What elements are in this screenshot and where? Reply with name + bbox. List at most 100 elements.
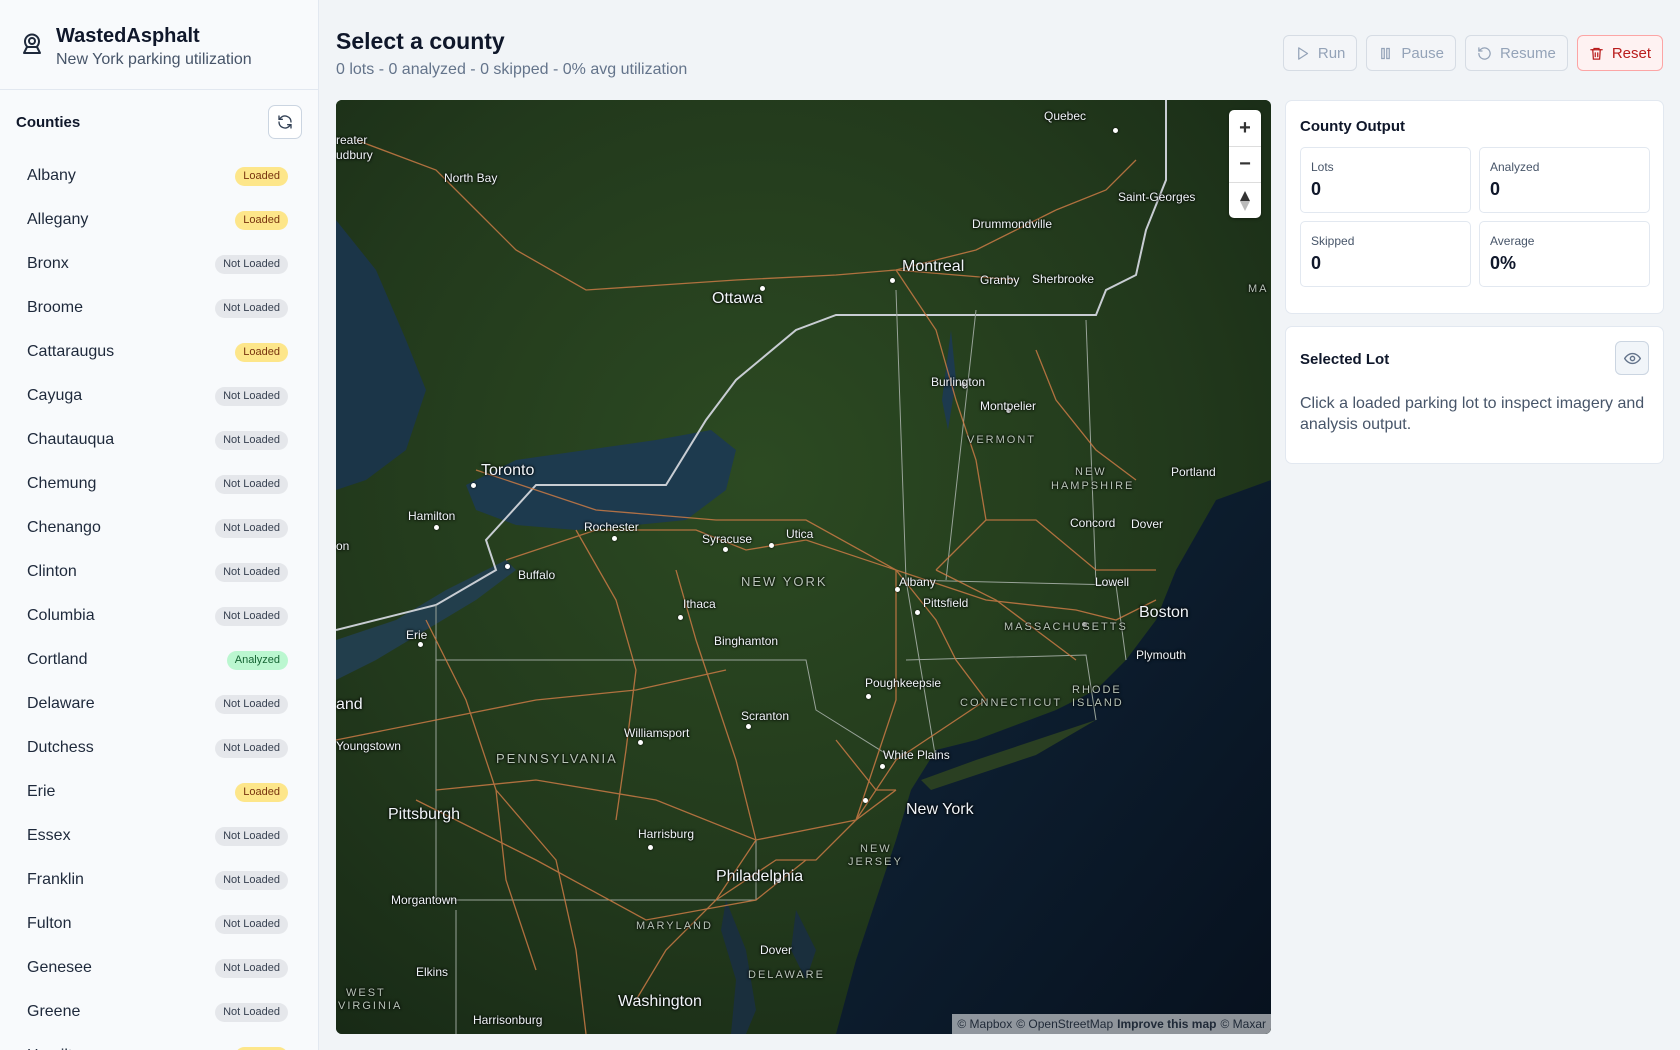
run-button[interactable]: Run <box>1282 35 1358 71</box>
county-name: Cayuga <box>27 387 83 404</box>
map-label-new-york: New York <box>906 801 974 818</box>
stat-lots-label: Lots <box>1311 160 1334 174</box>
reset-bearing-button[interactable] <box>1229 182 1261 218</box>
county-item[interactable]: Cattaraugus Loaded <box>0 330 318 374</box>
county-item[interactable]: Broome Not Loaded <box>0 286 318 330</box>
map-label-saint-georges: Saint-Georges <box>1118 190 1196 204</box>
toggle-imagery-button[interactable] <box>1615 341 1649 375</box>
status-badge: Loaded <box>235 210 288 230</box>
map-label-utica: Utica <box>786 527 814 541</box>
sidebar: WastedAsphalt New York parking utilizati… <box>0 0 319 1050</box>
zoom-in-button[interactable]: + <box>1229 110 1261 146</box>
county-item[interactable]: Chenango Not Loaded <box>0 506 318 550</box>
status-badge: Loaded <box>235 1046 288 1050</box>
map-label-connecticut: CONNECTICUT <box>960 697 1063 709</box>
county-item[interactable]: Chemung Not Loaded <box>0 462 318 506</box>
county-name: Delaware <box>27 695 95 712</box>
map[interactable]: Quebec reater udbury North Bay Saint-Geo… <box>336 100 1271 1034</box>
brand: WastedAsphalt New York parking utilizati… <box>0 0 318 90</box>
county-name: Dutchess <box>27 739 94 756</box>
resume-button[interactable]: Resume <box>1464 35 1568 71</box>
stat-analyzed-value: 0 <box>1490 179 1501 199</box>
attribution-mapbox[interactable]: © Mapbox <box>957 1017 1012 1031</box>
county-name: Bronx <box>27 255 69 272</box>
stat-analyzed-label: Analyzed <box>1490 160 1540 174</box>
city-marker <box>471 483 476 488</box>
reset-button[interactable]: Reset <box>1576 35 1663 71</box>
pause-icon <box>1381 47 1391 59</box>
map-basemap <box>336 100 1271 1034</box>
status-badge: Not Loaded <box>215 694 288 714</box>
play-icon <box>1298 46 1308 60</box>
county-item[interactable]: Dutchess Not Loaded <box>0 726 318 770</box>
county-item[interactable]: Essex Not Loaded <box>0 814 318 858</box>
map-label-rhode: RHODE <box>1072 684 1122 696</box>
county-item[interactable]: Allegany Loaded <box>0 198 318 242</box>
city-marker <box>746 724 751 729</box>
attribution-osm[interactable]: © OpenStreetMap <box>1016 1017 1113 1031</box>
map-label-dover-de: Dover <box>760 943 793 957</box>
county-item[interactable]: Delaware Not Loaded <box>0 682 318 726</box>
eye-icon <box>1623 352 1641 364</box>
county-item[interactable]: Clinton Not Loaded <box>0 550 318 594</box>
county-item[interactable]: Columbia Not Loaded <box>0 594 318 638</box>
county-item[interactable]: Greene Not Loaded <box>0 990 318 1034</box>
status-badge: Not Loaded <box>215 914 288 934</box>
minus-icon: − <box>1239 153 1251 175</box>
map-label-white-plains: White Plains <box>883 748 950 762</box>
county-item[interactable]: Erie Loaded <box>0 770 318 814</box>
map-label-lowell: Lowell <box>1095 575 1130 589</box>
status-badge: Not Loaded <box>215 738 288 758</box>
county-item[interactable]: Fulton Not Loaded <box>0 902 318 946</box>
resume-label: Resume <box>1499 44 1556 62</box>
map-label-williamsport: Williamsport <box>624 726 690 740</box>
county-name: Fulton <box>27 915 72 932</box>
map-label-maryland: MARYLAND <box>636 920 713 932</box>
app-subtitle: New York parking utilization <box>56 51 252 68</box>
county-name: Essex <box>27 827 71 844</box>
trash-icon <box>1590 47 1603 60</box>
map-label-washington: Washington <box>618 993 702 1010</box>
city-marker <box>678 615 683 620</box>
refresh-button[interactable] <box>268 105 302 139</box>
county-item[interactable]: Genesee Not Loaded <box>0 946 318 990</box>
map-pin-icon <box>23 33 41 54</box>
county-item[interactable]: HamiltonLoaded <box>0 1034 318 1050</box>
county-item[interactable]: Bronx Not Loaded <box>0 242 318 286</box>
map-label-portland: Portland <box>1171 465 1216 479</box>
county-item[interactable]: Cayuga Not Loaded <box>0 374 318 418</box>
county-item[interactable]: Chautauqua Not Loaded <box>0 418 318 462</box>
improve-map-link[interactable]: Improve this map <box>1117 1017 1216 1031</box>
status-badge: Analyzed <box>226 650 288 670</box>
county-name: Chautauqua <box>27 431 115 448</box>
map-label-buffalo: Buffalo <box>518 568 556 582</box>
map-label-philadelphia: Philadelphia <box>716 868 804 885</box>
counties-heading: Counties <box>16 113 81 131</box>
city-marker <box>1113 128 1118 133</box>
map-label-sherbrooke: Sherbrooke <box>1032 272 1095 286</box>
plus-icon: + <box>1239 116 1251 139</box>
map-label-boston: Boston <box>1139 604 1189 621</box>
stat-lots: Lots 0 <box>1300 147 1471 213</box>
map-label-new-york-state: NEW YORK <box>741 574 828 589</box>
city-marker <box>723 547 728 552</box>
map-label-plymouth: Plymouth <box>1136 648 1187 662</box>
map-label-granby: Granby <box>980 273 1020 287</box>
stat-analyzed: Analyzed 0 <box>1479 147 1650 213</box>
stat-skipped: Skipped 0 <box>1300 221 1471 287</box>
pause-label: Pause <box>1401 44 1444 62</box>
status-badge: Not Loaded <box>215 430 288 450</box>
run-label: Run <box>1317 44 1346 62</box>
stat-lots-value: 0 <box>1311 179 1322 199</box>
pause-button[interactable]: Pause <box>1366 35 1456 71</box>
county-item[interactable]: Cortland Analyzed <box>0 638 318 682</box>
city-marker <box>880 764 885 769</box>
stat-average-value: 0% <box>1490 253 1517 273</box>
attribution-maxar[interactable]: © Maxar <box>1220 1017 1266 1031</box>
map-label-montpelier: Montpelier <box>980 399 1037 413</box>
map-label-harrisonburg: Harrisonburg <box>473 1013 543 1027</box>
zoom-out-button[interactable]: − <box>1229 146 1261 182</box>
city-marker <box>866 694 871 699</box>
county-item[interactable]: Albany Loaded <box>0 154 318 198</box>
county-item[interactable]: Franklin Not Loaded <box>0 858 318 902</box>
